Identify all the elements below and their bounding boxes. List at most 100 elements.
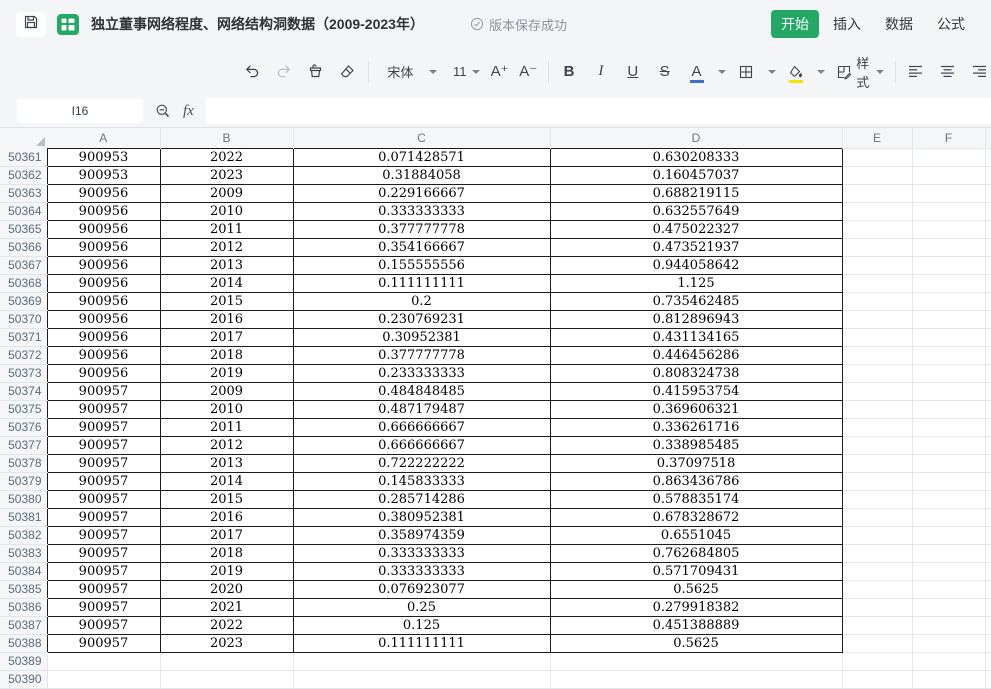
cell[interactable] — [549, 651, 843, 671]
zoom-out-icon[interactable] — [155, 103, 171, 119]
cell[interactable] — [911, 597, 986, 617]
row-header[interactable]: 50381 — [0, 508, 47, 527]
cell[interactable]: 900956 — [46, 219, 161, 239]
column-header-b[interactable]: B — [159, 128, 293, 148]
cell[interactable] — [984, 237, 991, 257]
align-left-button[interactable] — [903, 59, 927, 85]
cell[interactable] — [841, 669, 913, 689]
cell[interactable] — [911, 147, 986, 167]
undo-button[interactable] — [240, 59, 264, 85]
cell[interactable] — [984, 273, 991, 293]
cell[interactable] — [911, 237, 986, 257]
cell[interactable] — [841, 435, 913, 455]
fx-icon[interactable]: fx — [183, 103, 194, 120]
cell[interactable]: 0.30952381 — [292, 327, 551, 347]
cell[interactable] — [911, 399, 986, 419]
cell[interactable] — [911, 651, 986, 671]
clear-format-button[interactable] — [336, 59, 360, 85]
cell[interactable] — [841, 255, 913, 275]
cell[interactable]: 0.571709431 — [549, 561, 843, 581]
cell[interactable]: 900956 — [46, 345, 161, 365]
row-header[interactable]: 50382 — [0, 526, 47, 545]
cell[interactable] — [911, 327, 986, 347]
cell[interactable] — [911, 273, 986, 293]
save-button[interactable] — [16, 11, 46, 37]
cell[interactable] — [841, 345, 913, 365]
cell[interactable] — [841, 381, 913, 401]
row-header[interactable]: 50371 — [0, 328, 47, 347]
cell[interactable] — [911, 471, 986, 491]
cell[interactable] — [841, 615, 913, 635]
cell[interactable]: 0.230769231 — [292, 309, 551, 329]
cell[interactable] — [911, 183, 986, 203]
cell[interactable]: 900953 — [46, 165, 161, 185]
cell[interactable] — [984, 651, 991, 671]
cell[interactable] — [159, 651, 294, 671]
cell[interactable]: 0.484848485 — [292, 381, 551, 401]
row-header[interactable]: 50379 — [0, 472, 47, 491]
row-header[interactable]: 50366 — [0, 238, 47, 257]
cell[interactable] — [841, 579, 913, 599]
cell[interactable]: 900957 — [46, 597, 161, 617]
cell[interactable] — [984, 147, 991, 167]
cell[interactable] — [292, 669, 551, 689]
cell[interactable]: 0.279918382 — [549, 597, 843, 617]
row-header[interactable]: 50372 — [0, 346, 47, 365]
row-header[interactable]: 50377 — [0, 436, 47, 455]
cell[interactable] — [984, 453, 991, 473]
fill-color-button[interactable] — [784, 59, 808, 85]
cell[interactable] — [841, 507, 913, 527]
column-header-d[interactable]: D — [549, 128, 842, 148]
tab-insert[interactable]: 插入 — [823, 10, 871, 38]
cell[interactable] — [46, 669, 161, 689]
row-header[interactable]: 50375 — [0, 400, 47, 419]
cell[interactable] — [841, 525, 913, 545]
cell[interactable] — [841, 291, 913, 311]
name-box[interactable]: I16 — [17, 99, 143, 123]
cell[interactable] — [911, 561, 986, 581]
cell[interactable]: 0.630208333 — [549, 147, 843, 167]
row-header[interactable]: 50363 — [0, 184, 47, 203]
cell[interactable] — [841, 273, 913, 293]
cell[interactable]: 0.380952381 — [292, 507, 551, 527]
cell[interactable] — [984, 219, 991, 239]
cell[interactable]: 0.111111111 — [292, 273, 551, 293]
cell[interactable]: 900957 — [46, 525, 161, 545]
cell[interactable]: 0.735462485 — [549, 291, 843, 311]
cell[interactable] — [984, 669, 991, 689]
cell[interactable]: 0.333333333 — [292, 201, 551, 221]
cell[interactable] — [911, 291, 986, 311]
cell[interactable] — [984, 525, 991, 545]
cell[interactable] — [984, 435, 991, 455]
cell[interactable]: 0.722222222 — [292, 453, 551, 473]
column-header-e[interactable]: E — [841, 128, 912, 148]
row-header[interactable]: 50361 — [0, 148, 47, 167]
cell[interactable]: 0.354166667 — [292, 237, 551, 257]
cell[interactable]: 0.2 — [292, 291, 551, 311]
cell[interactable]: 1.125 — [549, 273, 843, 293]
row-header[interactable]: 50367 — [0, 256, 47, 275]
cell[interactable] — [911, 453, 986, 473]
tab-home[interactable]: 开始 — [771, 10, 819, 38]
cell[interactable] — [984, 471, 991, 491]
cell[interactable] — [984, 363, 991, 383]
cell[interactable]: 2010 — [159, 399, 294, 419]
cell[interactable]: 0.160457037 — [549, 165, 843, 185]
cell[interactable] — [911, 381, 986, 401]
cell[interactable] — [841, 597, 913, 617]
cell[interactable]: 2009 — [159, 381, 294, 401]
cell[interactable]: 2015 — [159, 291, 294, 311]
cell[interactable]: 900953 — [46, 147, 161, 167]
cell[interactable] — [841, 651, 913, 671]
border-button[interactable] — [734, 59, 758, 85]
cell[interactable]: 900957 — [46, 399, 161, 419]
cell[interactable]: 900956 — [46, 237, 161, 257]
cell[interactable] — [841, 309, 913, 329]
cell[interactable] — [984, 489, 991, 509]
column-header-c[interactable]: C — [292, 128, 550, 148]
cell[interactable]: 900957 — [46, 381, 161, 401]
cell[interactable] — [841, 237, 913, 257]
cell[interactable]: 0.31884058 — [292, 165, 551, 185]
row-header[interactable]: 50389 — [0, 652, 47, 671]
cell[interactable]: 0.666666667 — [292, 435, 551, 455]
